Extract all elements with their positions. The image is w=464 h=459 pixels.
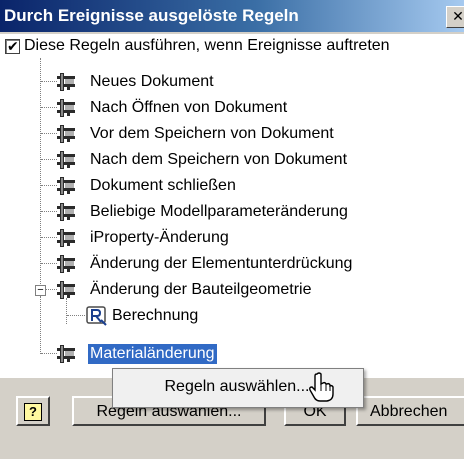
tree-item-vor-speichern[interactable]: Vor dem Speichern von Dokument [0, 122, 464, 146]
title-bar[interactable]: Durch Ereignisse ausgelöste Regeln ✕ [0, 0, 464, 32]
tree-item-elementunterdrueckung[interactable]: Änderung der Elementunterdrückung [0, 252, 464, 276]
tree-item-label: Berechnung [112, 307, 199, 324]
dialog-title: Durch Ereignisse ausgelöste Regeln [4, 6, 299, 25]
check-mark-icon: ✔ [7, 38, 19, 54]
tree-item-iproperty[interactable]: iProperty-Änderung [0, 226, 464, 250]
tree-item-nach-oeffnen[interactable]: Nach Öffnen von Dokument [0, 96, 464, 120]
tree-item-label: iProperty-Änderung [90, 229, 229, 246]
rule-tree-icon [57, 99, 75, 117]
run-rules-checkbox[interactable]: ✔ [5, 38, 20, 54]
rule-tree-icon [57, 125, 75, 143]
tree-item-label: Materialänderung [88, 344, 217, 364]
run-on-events-row: ✔ Diese Regeln ausführen, wenn Ereigniss… [0, 34, 464, 58]
tree-item-bauteilgeometrie[interactable]: − Änderung der Bauteilgeometrie [0, 278, 464, 324]
tree-item-berechnung[interactable]: Berechnung [0, 304, 464, 328]
run-rules-label[interactable]: Diese Regeln ausführen, wenn Ereignisse … [24, 34, 390, 58]
rule-tree-icon [57, 177, 75, 195]
rule-tree-icon [57, 203, 75, 221]
collapse-icon[interactable]: − [35, 285, 46, 296]
help-icon: ? [24, 403, 42, 421]
cancel-button[interactable]: Abbrechen [356, 396, 464, 426]
tree-item-label: Nach dem Speichern von Dokument [90, 151, 348, 168]
tree-item-modellparameter[interactable]: Beliebige Modellparameteränderung [0, 200, 464, 224]
tree-item-dokument-schliessen[interactable]: Dokument schließen [0, 174, 464, 198]
help-button[interactable]: ? [16, 396, 50, 426]
rule-tree-icon [57, 255, 75, 273]
tree-item-label: Nach Öffnen von Dokument [90, 99, 288, 116]
dialog-window: Durch Ereignisse ausgelöste Regeln ✕ ✔ D… [0, 0, 464, 459]
tree-item-label: Änderung der Bauteilgeometrie [90, 281, 312, 298]
hand-pointer-icon [309, 372, 334, 402]
rule-tree-icon [57, 345, 75, 363]
close-button[interactable]: ✕ [446, 6, 464, 28]
rule-tree-icon [57, 73, 75, 91]
tree-item-label: Beliebige Modellparameteränderung [90, 203, 348, 220]
ilogic-rule-icon [86, 306, 107, 326]
tree-item-label: Neues Dokument [90, 73, 214, 90]
events-tree[interactable]: Neues Dokument Nach Öffnen von Dokument … [0, 58, 464, 378]
tree-item-nach-speichern[interactable]: Nach dem Speichern von Dokument [0, 148, 464, 172]
rule-tree-icon [57, 281, 75, 299]
tree-item-neues-dokument[interactable]: Neues Dokument [0, 70, 464, 94]
tree-item-label: Änderung der Elementunterdrückung [90, 255, 353, 272]
rule-tree-icon [57, 151, 75, 169]
tree-item-label: Dokument schließen [90, 177, 236, 194]
tree-item-materialaenderung[interactable]: Materialänderung [0, 342, 464, 366]
tree-item-label: Vor dem Speichern von Dokument [90, 125, 334, 142]
rule-tree-icon [57, 229, 75, 247]
